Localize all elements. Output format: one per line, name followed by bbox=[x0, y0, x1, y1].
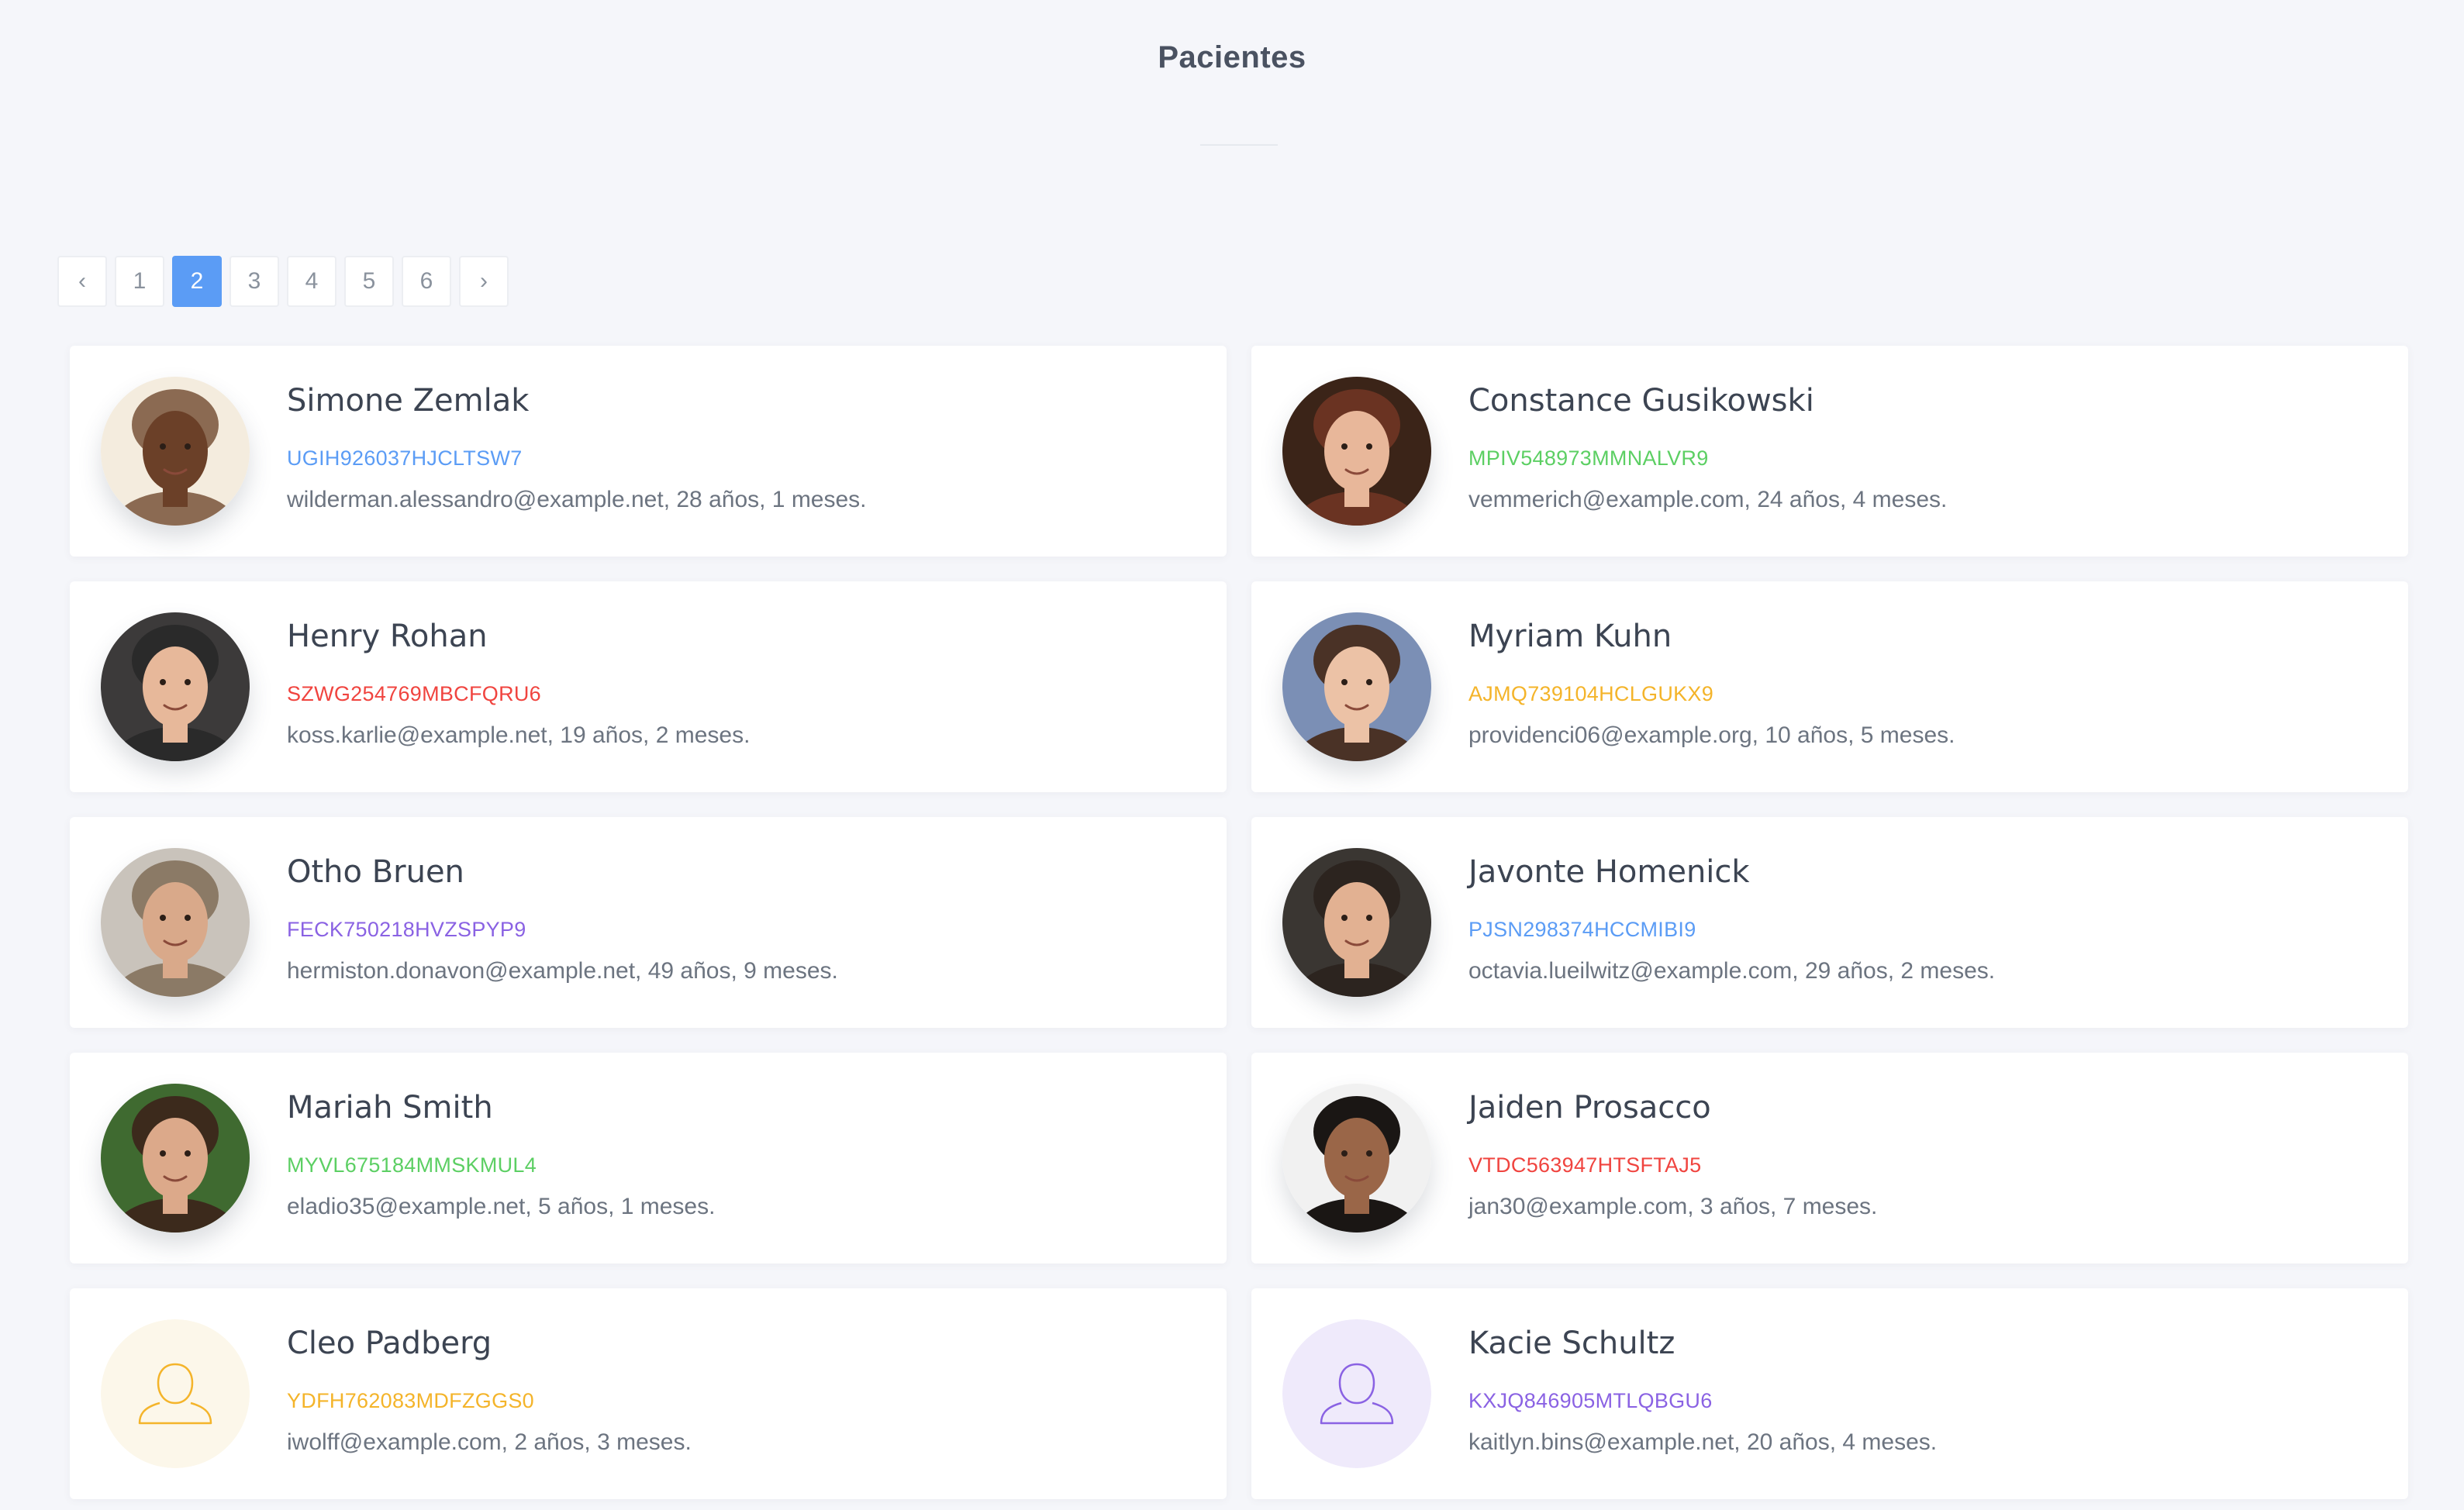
avatar-eye bbox=[1341, 1150, 1348, 1157]
avatar-face bbox=[1324, 1118, 1389, 1198]
patient-card[interactable]: Simone Zemlak UGIH926037HJCLTSW7 wilderm… bbox=[70, 346, 1227, 557]
avatar-eye bbox=[1366, 915, 1372, 921]
patient-code: FECK750218HVZSPYP9 bbox=[287, 918, 526, 941]
avatar-photo bbox=[101, 1084, 250, 1232]
avatar-eye bbox=[160, 443, 166, 450]
patient-code: UGIH926037HJCLTSW7 bbox=[287, 446, 523, 470]
avatar-eye bbox=[185, 915, 191, 921]
avatar-face bbox=[143, 882, 208, 963]
patient-info: octavia.lueilwitz@example.com, 29 años, … bbox=[1468, 958, 1996, 984]
pagination-page-3[interactable]: 3 bbox=[229, 256, 279, 307]
patient-name: Henry Rohan bbox=[287, 619, 488, 654]
pagination-next-button[interactable]: › bbox=[459, 256, 509, 307]
avatar-photo bbox=[101, 377, 250, 526]
patient-info: providenci06@example.org, 10 años, 5 mes… bbox=[1468, 722, 1955, 748]
patient-card[interactable]: Javonte Homenick PJSN298374HCCMIBI9 octa… bbox=[1251, 817, 2408, 1028]
patient-name: Cleo Padberg bbox=[287, 1326, 492, 1361]
patient-name: Jaiden Prosacco bbox=[1468, 1090, 1711, 1126]
patient-card[interactable]: Jaiden Prosacco VTDC563947HTSFTAJ5 jan30… bbox=[1251, 1053, 2408, 1264]
patient-info: eladio35@example.net, 5 años, 1 meses. bbox=[287, 1194, 716, 1219]
patient-info: wilderman.alessandro@example.net, 28 año… bbox=[287, 487, 867, 512]
avatar-eye bbox=[185, 1150, 191, 1157]
avatar-eye bbox=[1341, 443, 1348, 450]
avatar-photo bbox=[1282, 377, 1431, 526]
avatar-photo bbox=[101, 612, 250, 761]
pagination-prev-button[interactable]: ‹ bbox=[57, 256, 107, 307]
avatar-eye bbox=[1366, 1150, 1372, 1157]
avatar-eye bbox=[185, 443, 191, 450]
patient-name: Javonte Homenick bbox=[1468, 854, 1750, 890]
patient-name: Constance Gusikowski bbox=[1468, 383, 1814, 419]
patient-card[interactable]: Constance Gusikowski MPIV548973MMNALVR9 … bbox=[1251, 346, 2408, 557]
pagination: ‹ 1 2 3 4 5 6 › bbox=[57, 256, 509, 307]
pagination-page-5[interactable]: 5 bbox=[344, 256, 394, 307]
patient-info: jan30@example.com, 3 años, 7 meses. bbox=[1468, 1194, 1878, 1219]
avatar-photo bbox=[1282, 1084, 1431, 1232]
patient-card[interactable]: Henry Rohan SZWG254769MBCFQRU6 koss.karl… bbox=[70, 581, 1227, 792]
avatar-photo bbox=[1282, 612, 1431, 761]
patient-name: Mariah Smith bbox=[287, 1090, 493, 1126]
patient-card[interactable]: Myriam Kuhn AJMQ739104HCLGUKX9 providenc… bbox=[1251, 581, 2408, 792]
pagination-page-4[interactable]: 4 bbox=[287, 256, 336, 307]
avatar-background bbox=[1282, 1319, 1431, 1468]
avatar-eye bbox=[160, 1150, 166, 1157]
avatar-photo bbox=[1282, 848, 1431, 997]
patient-code: AJMQ739104HCLGUKX9 bbox=[1468, 682, 1714, 705]
patient-info: koss.karlie@example.net, 19 años, 2 mese… bbox=[287, 722, 751, 748]
title-divider bbox=[1200, 144, 1278, 146]
avatar-placeholder bbox=[1282, 1319, 1431, 1468]
avatar-background bbox=[101, 1319, 250, 1468]
patient-card[interactable]: Kacie Schultz KXJQ846905MTLQBGU6 kaitlyn… bbox=[1251, 1288, 2408, 1499]
patient-code: MYVL675184MMSKMUL4 bbox=[287, 1153, 537, 1177]
avatar-eye bbox=[1341, 915, 1348, 921]
avatar-eye bbox=[185, 679, 191, 685]
patient-info: iwolff@example.com, 2 años, 3 meses. bbox=[287, 1429, 692, 1455]
patient-code: KXJQ846905MTLQBGU6 bbox=[1468, 1389, 1713, 1412]
avatar-eye bbox=[160, 915, 166, 921]
patient-name: Myriam Kuhn bbox=[1468, 619, 1672, 654]
avatar-face bbox=[1324, 411, 1389, 491]
patient-name: Simone Zemlak bbox=[287, 383, 530, 419]
avatar-eye bbox=[1341, 679, 1348, 685]
avatar-face bbox=[143, 1118, 208, 1198]
avatar-eye bbox=[1366, 679, 1372, 685]
patient-code: MPIV548973MMNALVR9 bbox=[1468, 446, 1709, 470]
avatar-face bbox=[143, 411, 208, 491]
avatar-face bbox=[1324, 882, 1389, 963]
page-title: Pacientes bbox=[1158, 40, 1306, 74]
avatar-face bbox=[1324, 646, 1389, 727]
patient-info: kaitlyn.bins@example.net, 20 años, 4 mes… bbox=[1468, 1429, 1938, 1455]
patient-info: vemmerich@example.com, 24 años, 4 meses. bbox=[1468, 487, 1948, 512]
patient-name: Kacie Schultz bbox=[1468, 1326, 1675, 1361]
patient-info: hermiston.donavon@example.net, 49 años, … bbox=[287, 958, 838, 984]
patient-card[interactable]: Mariah Smith MYVL675184MMSKMUL4 eladio35… bbox=[70, 1053, 1227, 1264]
avatar-eye bbox=[1366, 443, 1372, 450]
patient-code: VTDC563947HTSFTAJ5 bbox=[1468, 1153, 1702, 1177]
patient-grid: Simone Zemlak UGIH926037HJCLTSW7 wilderm… bbox=[70, 346, 2408, 1499]
patient-code: YDFH762083MDFZGGS0 bbox=[287, 1389, 534, 1412]
patient-code: PJSN298374HCCMIBI9 bbox=[1468, 918, 1696, 941]
avatar-placeholder bbox=[101, 1319, 250, 1468]
avatar-photo bbox=[101, 848, 250, 997]
pagination-page-2[interactable]: 2 bbox=[172, 256, 222, 307]
avatar-eye bbox=[160, 679, 166, 685]
patient-name: Otho Bruen bbox=[287, 854, 464, 890]
pagination-page-6[interactable]: 6 bbox=[402, 256, 451, 307]
patient-card[interactable]: Cleo Padberg YDFH762083MDFZGGS0 iwolff@e… bbox=[70, 1288, 1227, 1499]
patient-code: SZWG254769MBCFQRU6 bbox=[287, 682, 541, 705]
avatar-face bbox=[143, 646, 208, 727]
patient-card[interactable]: Otho Bruen FECK750218HVZSPYP9 hermiston.… bbox=[70, 817, 1227, 1028]
pagination-page-1[interactable]: 1 bbox=[115, 256, 164, 307]
